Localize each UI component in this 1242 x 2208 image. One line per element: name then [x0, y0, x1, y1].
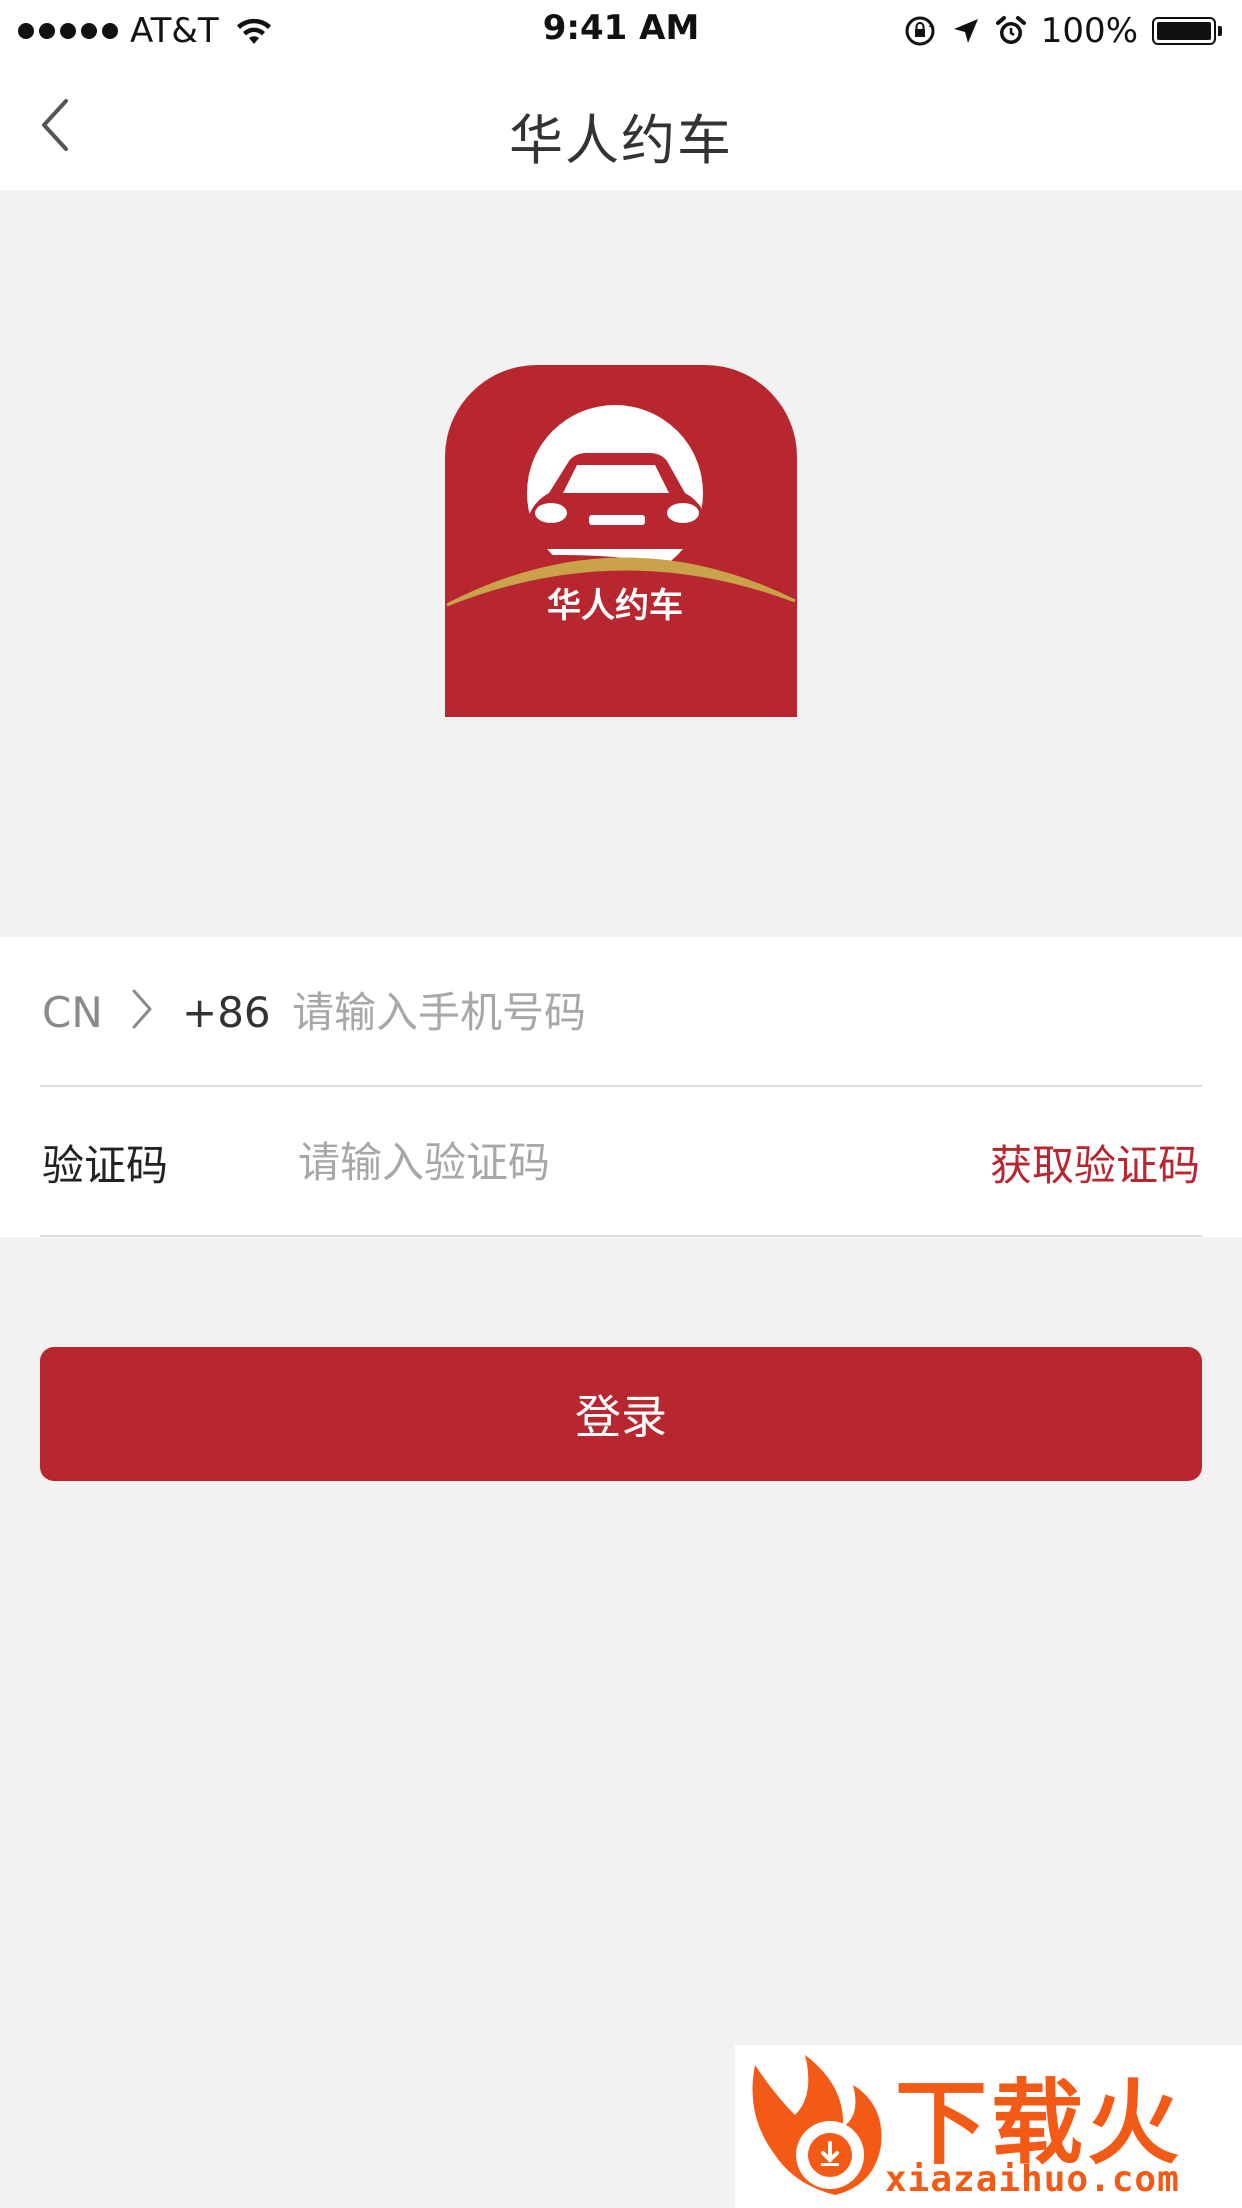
chevron-right-icon[interactable]: [130, 987, 154, 1031]
car-logo-icon: 华人约车: [445, 365, 797, 717]
page-title: 华人约车: [509, 109, 733, 172]
battery-percent: 100%: [1040, 11, 1138, 51]
login-button[interactable]: 登录: [40, 1347, 1202, 1481]
code-input[interactable]: [296, 1121, 950, 1203]
watermark: 下载火 xiazaihuo.com: [735, 2045, 1242, 2208]
alarm-icon: [995, 16, 1026, 44]
status-bar: AT&T 9:41 AM 100%: [0, 0, 1242, 60]
orientation-lock-icon: [905, 16, 935, 46]
watermark-url: xiazaihuo.com: [885, 2159, 1180, 2200]
phone-row: CN +86: [0, 937, 1242, 1087]
get-code-button[interactable]: 获取验证码: [990, 1132, 1200, 1193]
flame-logo-icon: [752, 2055, 882, 2195]
app-logo: 华人约车: [445, 365, 797, 717]
country-selector[interactable]: CN: [42, 988, 103, 1037]
location-icon: [953, 19, 978, 43]
divider: [40, 1235, 1202, 1237]
code-label: 验证码: [42, 1140, 169, 1190]
login-form: CN +86 验证码 获取验证码: [0, 937, 1242, 1237]
status-right: 100%: [903, 10, 1224, 52]
dial-code: +86: [182, 987, 271, 1037]
code-row: 验证码 获取验证码: [0, 1087, 1242, 1237]
battery-icon: [1152, 16, 1224, 46]
navigation-bar: 华人约车: [0, 60, 1242, 190]
logo-text: 华人约车: [547, 586, 683, 626]
phone-input[interactable]: [290, 971, 1174, 1053]
